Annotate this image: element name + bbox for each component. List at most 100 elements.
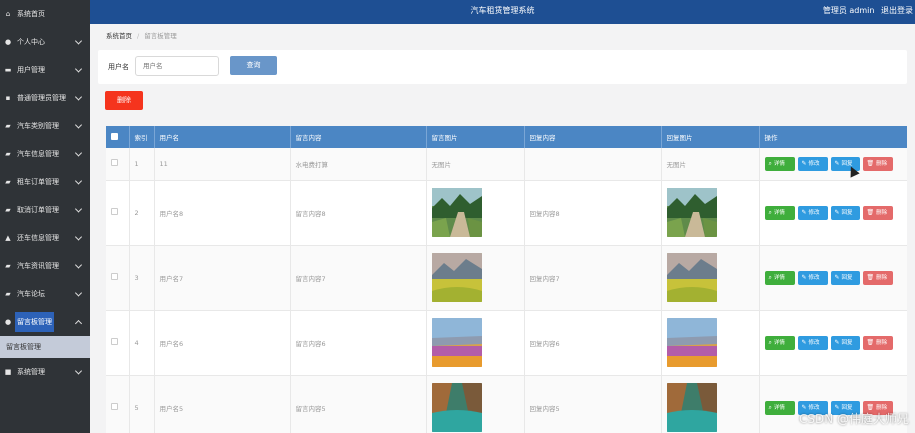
reply-image-cell: 无图片	[661, 148, 760, 181]
sidebar-item-label: 系统首页	[17, 10, 45, 18]
column-header: 留言内容	[290, 126, 427, 148]
detail-label: 详情	[773, 404, 785, 411]
index-cell: 3	[129, 245, 155, 311]
chevron-up-icon	[74, 319, 83, 328]
image-cell	[426, 310, 525, 376]
forest-thumbnail[interactable]	[431, 188, 482, 237]
detail-button[interactable]: ⌕ 详情	[764, 335, 795, 350]
delete-button[interactable]: 🗑 删除	[862, 156, 893, 171]
chevron-down-icon	[74, 233, 83, 241]
breadcrumb-current: 留言板管理	[144, 32, 177, 40]
image-cell	[426, 180, 525, 246]
pencil-icon: ✎	[801, 208, 807, 216]
row-checkbox[interactable]	[111, 159, 118, 167]
table-row: 5 用户名5 留言内容5 回复内容5 ⌕ 详情 ✎ 修改 ✎ 回复 🗑 删除	[106, 375, 907, 433]
sidebar-item-label: 汽车资讯管理	[17, 262, 59, 270]
meadow-thumbnail[interactable]	[431, 253, 482, 302]
sidebar-item-label: 还车信息管理	[17, 234, 59, 242]
index-cell: 2	[129, 180, 155, 246]
sidebar-item-car-news[interactable]: ▰ 汽车资讯管理	[0, 252, 90, 280]
reply-cell	[524, 148, 662, 181]
forest-thumbnail[interactable]	[666, 188, 717, 237]
edit-button[interactable]: ✎ 修改	[797, 205, 828, 220]
logout-link[interactable]: 退出登录	[881, 6, 913, 15]
batch-delete-button[interactable]: 删除	[105, 91, 143, 110]
content-cell: 水电费打算	[290, 148, 427, 181]
column-header: 索引	[129, 126, 155, 148]
image-cell: 无图片	[426, 148, 525, 181]
breadcrumb-home[interactable]: 系统首页	[106, 32, 132, 40]
detail-button[interactable]: ⌕ 详情	[764, 205, 795, 220]
trash-icon: 🗑	[866, 208, 875, 216]
row-checkbox[interactable]	[111, 338, 118, 345]
reply-image-cell	[661, 180, 760, 246]
sidebar-item-users[interactable]: ▬ 用户管理	[0, 56, 90, 84]
reply-button[interactable]: ✎ 回复	[830, 205, 860, 220]
detail-button[interactable]: ⌕ 详情	[764, 400, 795, 415]
row-checkbox[interactable]	[111, 208, 118, 215]
pencil-icon: ✎	[801, 273, 807, 281]
reply-button[interactable]: ✎ 回复	[830, 270, 860, 285]
edit-button[interactable]: ✎ 修改	[797, 156, 828, 171]
row-checkbox[interactable]	[111, 273, 118, 280]
detail-label: 详情	[773, 339, 785, 346]
row-select-cell	[106, 180, 130, 246]
briefcase-icon: ■	[4, 368, 12, 376]
sidebar-item-label: 汽车信息管理	[17, 150, 59, 158]
sidebar-item-messages[interactable]: ● 留言板管理	[0, 308, 90, 336]
sidebar-item-forum[interactable]: ▰ 汽车论坛	[0, 280, 90, 308]
delete-button[interactable]: 🗑 删除	[862, 335, 893, 350]
chevron-down-icon	[74, 121, 83, 129]
edit-button[interactable]: ✎ 修改	[797, 335, 828, 350]
detail-button[interactable]: ⌕ 详情	[764, 156, 795, 171]
flowers-thumbnail[interactable]	[431, 318, 482, 367]
search-icon: ⌕	[768, 338, 772, 346]
content-cell: 留言内容6	[290, 310, 427, 376]
search-panel: 用户名 查询	[98, 50, 907, 84]
index-cell: 5	[129, 375, 155, 433]
image-cell	[426, 245, 525, 311]
sidebar-item-label: 用户管理	[17, 66, 45, 74]
meadow-thumbnail[interactable]	[666, 253, 717, 302]
edit-label: 修改	[808, 339, 820, 346]
sidebar-item-return-info[interactable]: ▲ 还车信息管理	[0, 224, 90, 252]
reply-cell: 回复内容5	[524, 375, 662, 433]
username-search-input[interactable]	[135, 56, 219, 76]
trash-icon: 🗑	[866, 338, 875, 346]
sidebar-item-admins[interactable]: ▪ 普通管理员管理	[0, 84, 90, 112]
sidebar-item-car-category[interactable]: ▰ 汽车类别管理	[0, 112, 90, 140]
detail-button[interactable]: ⌕ 详情	[764, 270, 795, 285]
actions-cell: ⌕ 详情 ✎ 修改 ✎ 回复 🗑 删除	[759, 180, 907, 246]
app-title: 汽车租赁管理系统	[470, 6, 535, 15]
index-cell: 4	[129, 310, 155, 376]
lake-thumbnail[interactable]	[431, 383, 482, 432]
delete-button[interactable]: 🗑 删除	[862, 205, 893, 220]
sidebar-item-car-info[interactable]: ▰ 汽车信息管理	[0, 140, 90, 168]
username-cell: 用户名7	[154, 245, 291, 311]
sidebar-item-system[interactable]: ■ 系统管理	[0, 358, 90, 386]
delete-button[interactable]: 🗑 删除	[862, 270, 893, 285]
sidebar-item-profile[interactable]: ● 个人中心	[0, 28, 90, 56]
chevron-down-icon	[74, 149, 83, 157]
chevron-down-icon	[74, 93, 83, 101]
lake-thumbnail[interactable]	[666, 383, 717, 432]
edit-button[interactable]: ✎ 修改	[797, 270, 828, 285]
sidebar-item-label: 系统管理	[17, 368, 45, 376]
reply-image-cell	[661, 310, 760, 376]
user-label: 管理员 admin	[822, 6, 875, 15]
select-all-checkbox[interactable]	[111, 132, 118, 140]
flowers-thumbnail[interactable]	[666, 318, 717, 367]
row-checkbox[interactable]	[111, 403, 118, 410]
sidebar-item-cancel-orders[interactable]: ▰ 取消订单管理	[0, 196, 90, 224]
breadcrumb-separator: /	[137, 32, 140, 40]
sidebar-item-rental-orders[interactable]: ▰ 租车订单管理	[0, 168, 90, 196]
search-button[interactable]: 查询	[230, 56, 277, 75]
username-cell: 11	[154, 148, 291, 181]
reply-button[interactable]: ✎ 回复	[830, 335, 860, 350]
sidebar-subitem-messages[interactable]: 留言板管理	[0, 336, 90, 358]
delete-label: 删除	[876, 339, 888, 346]
car-icon: ▰	[5, 262, 11, 270]
actions-cell: ⌕ 详情 ✎ 修改 ✎ 回复 🗑 删除	[759, 245, 907, 311]
sidebar-item-home[interactable]: ⌂ 系统首页	[0, 0, 90, 28]
pencil-icon: ✎	[801, 159, 807, 167]
